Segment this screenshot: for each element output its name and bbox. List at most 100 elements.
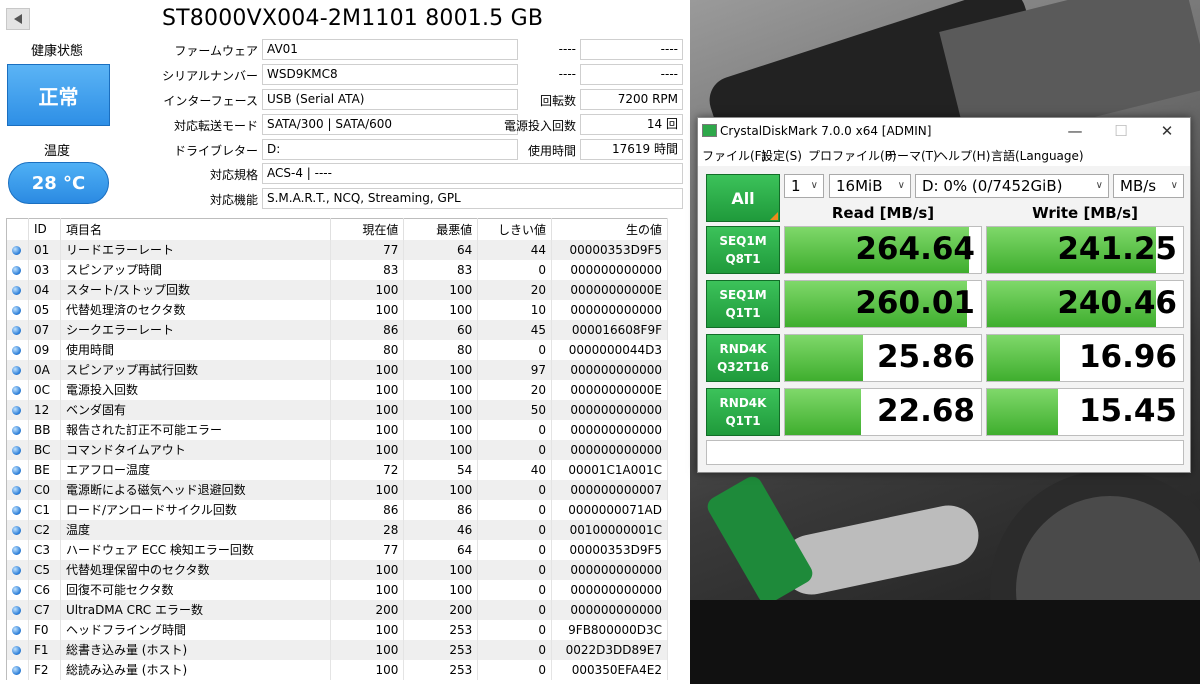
raw-value: 00100000001C (551, 519, 668, 540)
table-row[interactable]: 12 ベンダ固有 100 100 50 000000000000 (6, 399, 668, 420)
table-row[interactable]: BE エアフロー温度 72 54 40 00001C1A001C (6, 459, 668, 480)
table-row[interactable]: 05 代替処理済のセクタ数 100 100 10 000000000000 (6, 299, 668, 320)
standard-value: ACS-4 | ---- (262, 163, 683, 184)
attribute-id: C5 (28, 559, 61, 580)
attribute-id: 09 (28, 339, 61, 360)
raw-value: 000000000007 (551, 479, 668, 500)
health-status-badge[interactable]: 正常 (7, 64, 110, 126)
window-titlebar[interactable]: CrystalDiskMark 7.0.0 x64 [ADMIN] — ☐ ✕ (698, 118, 1190, 144)
worst-value: 100 (403, 479, 479, 500)
column-header-attribute[interactable]: 項目名 (60, 218, 331, 240)
menu-bar: ファイル(F) 設定(S) プロファイル(P) テーマ(T) ヘルプ(H) 言語… (698, 144, 1190, 166)
rpm-value: 7200 RPM (580, 89, 683, 110)
menu-help[interactable]: ヘルプ(H) (936, 147, 990, 164)
raw-value: 000000000000 (551, 439, 668, 460)
attribute-id: C1 (28, 499, 61, 520)
test-button[interactable]: SEQ1M Q8T1 (706, 226, 780, 274)
status-dot-icon (12, 445, 21, 455)
table-row[interactable]: BC コマンドタイムアウト 100 100 0 000000000000 (6, 439, 668, 460)
worst-value: 60 (403, 319, 479, 340)
comment-field[interactable] (706, 440, 1184, 465)
write-column-header: Write [MB/s] (1032, 204, 1138, 222)
menu-theme[interactable]: テーマ(T) (885, 147, 938, 164)
close-icon[interactable]: ✕ (1144, 118, 1190, 144)
previous-disk-button[interactable] (6, 8, 30, 30)
test-count-select[interactable]: 1 ∨ (784, 174, 824, 198)
table-row[interactable]: 01 リードエラーレート 77 64 44 00000353D9F5 (6, 239, 668, 260)
app-icon (702, 124, 717, 137)
raw-value: 000000000000 (551, 599, 668, 620)
menu-language[interactable]: 言語(Language) (991, 147, 1084, 164)
minimize-icon[interactable]: — (1052, 118, 1098, 144)
test-name-label: SEQ1M (719, 234, 767, 248)
table-row[interactable]: 09 使用時間 80 80 0 0000000044D3 (6, 339, 668, 360)
table-row[interactable]: 07 シークエラーレート 86 60 45 000016608F9F (6, 319, 668, 340)
current-value: 77 (330, 239, 405, 260)
raw-value: 000350EFA4E2 (551, 659, 668, 680)
column-header-current[interactable]: 現在値 (330, 218, 405, 240)
maximize-icon[interactable]: ☐ (1098, 118, 1144, 144)
worst-value: 100 (403, 399, 479, 420)
status-dot-icon (12, 265, 21, 275)
table-row[interactable]: C0 電源断による磁気ヘッド退避回数 100 100 0 000000000007 (6, 479, 668, 500)
blank-value-2: ---- (580, 64, 683, 85)
worst-value: 253 (403, 619, 479, 640)
status-dot-icon (12, 505, 21, 515)
run-all-button[interactable]: All (706, 174, 780, 222)
menu-profile[interactable]: プロファイル(P) (808, 147, 897, 164)
table-row[interactable]: C6 回復不可能セクタ数 100 100 0 000000000000 (6, 579, 668, 600)
table-row[interactable]: C7 UltraDMA CRC エラー数 200 200 0 000000000000 (6, 599, 668, 620)
menu-settings[interactable]: 設定(S) (761, 147, 802, 164)
current-value: 86 (330, 319, 405, 340)
table-row[interactable]: F2 総読み込み量 (ホスト) 100 253 0 000350EFA4E2 (6, 659, 668, 680)
drive-value: D: 0% (0/7452GiB) (922, 177, 1063, 195)
test-button[interactable]: SEQ1M Q1T1 (706, 280, 780, 328)
crystaldiskinfo-panel: ST8000VX004-2M1101 8001.5 GB 健康状態 正常 温度 … (0, 0, 690, 684)
current-value: 100 (330, 479, 405, 500)
threshold-value: 0 (477, 619, 552, 640)
current-value: 100 (330, 659, 405, 680)
read-column-header: Read [MB/s] (831, 204, 935, 222)
interface-label: インターフェース (163, 94, 258, 108)
table-row[interactable]: 0A スピンアップ再試行回数 100 100 97 000000000000 (6, 359, 668, 380)
threshold-value: 20 (477, 379, 552, 400)
attribute-name: 総読み込み量 (ホスト) (60, 659, 331, 680)
column-header-threshold[interactable]: しきい値 (477, 218, 552, 240)
write-result-cell: 16.96 (986, 334, 1184, 382)
column-header-worst[interactable]: 最悪値 (403, 218, 479, 240)
table-row[interactable]: C5 代替処理保留中のセクタ数 100 100 0 000000000000 (6, 559, 668, 580)
table-row[interactable]: BB 報告された訂正不可能エラー 100 100 0 000000000000 (6, 419, 668, 440)
column-header-id[interactable]: ID (28, 218, 61, 240)
column-header-raw[interactable]: 生の値 (551, 218, 668, 240)
threshold-value: 0 (477, 559, 552, 580)
read-speed-value: 264.64 (855, 231, 975, 267)
status-dot-icon (12, 545, 21, 555)
table-row[interactable]: F0 ヘッドフライング時間 100 253 0 9FB800000D3C (6, 619, 668, 640)
read-speed-value: 260.01 (855, 285, 975, 321)
test-button[interactable]: RND4K Q32T16 (706, 334, 780, 382)
table-row[interactable]: 03 スピンアップ時間 83 83 0 000000000000 (6, 259, 668, 280)
drive-select[interactable]: D: 0% (0/7452GiB) ∨ (915, 174, 1109, 198)
attribute-name: シークエラーレート (60, 319, 331, 340)
attribute-name: エアフロー温度 (60, 459, 331, 480)
attribute-name: 使用時間 (60, 339, 331, 360)
unit-select[interactable]: MB/s ∨ (1113, 174, 1184, 198)
features-label: 対応機能 (209, 193, 258, 207)
table-row[interactable]: 04 スタート/ストップ回数 100 100 20 00000000000E (6, 279, 668, 300)
test-size-select[interactable]: 16MiB ∨ (829, 174, 911, 198)
table-row[interactable]: F1 総書き込み量 (ホスト) 100 253 0 0022D3DD89E7 (6, 639, 668, 660)
standard-label: 対応規格 (209, 168, 258, 182)
current-value: 100 (330, 379, 405, 400)
status-dot-icon (12, 645, 21, 655)
menu-file[interactable]: ファイル(F) (702, 147, 766, 164)
attribute-name: コマンドタイムアウト (60, 439, 331, 460)
test-button[interactable]: RND4K Q1T1 (706, 388, 780, 436)
table-row[interactable]: C1 ロード/アンロードサイクル回数 86 86 0 0000000071AD (6, 499, 668, 520)
worst-value: 54 (403, 459, 479, 480)
window-title: CrystalDiskMark 7.0.0 x64 [ADMIN] (720, 124, 932, 138)
temperature-badge[interactable]: 28 °C (8, 162, 109, 204)
current-value: 100 (330, 559, 405, 580)
table-row[interactable]: C2 温度 28 46 0 00100000001C (6, 519, 668, 540)
table-row[interactable]: C3 ハードウェア ECC 検知エラー回数 77 64 0 00000353D9F5 (6, 539, 668, 560)
table-row[interactable]: 0C 電源投入回数 100 100 20 00000000000E (6, 379, 668, 400)
